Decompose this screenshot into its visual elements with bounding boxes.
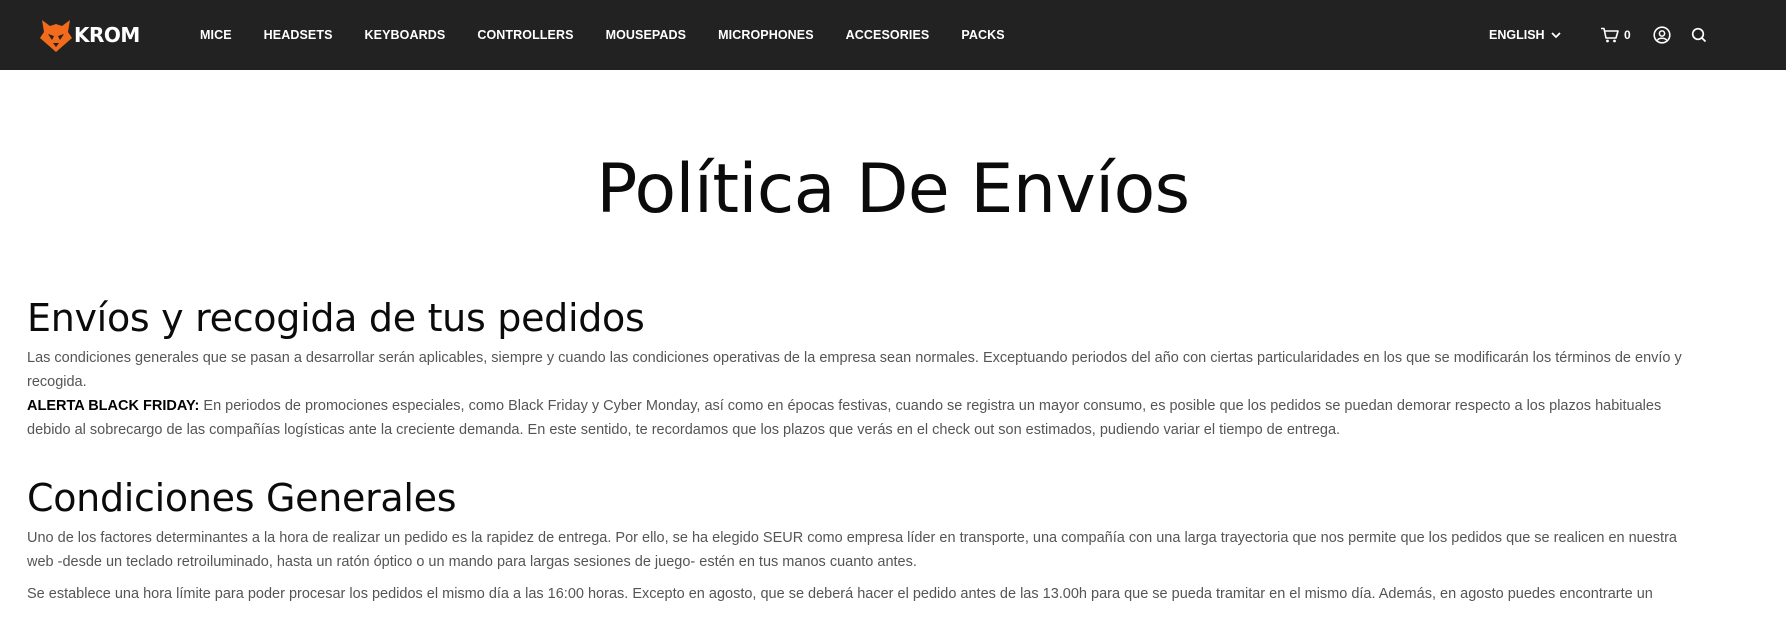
main-nav: MICE HEADSETS KEYBOARDS CONTROLLERS MOUS… xyxy=(200,0,1037,70)
search-button[interactable] xyxy=(1691,27,1707,43)
policy-content: Envíos y recogida de tus pedidos Las con… xyxy=(27,292,1687,606)
nav-item-mice[interactable]: MICE xyxy=(200,28,232,42)
logo-text: KROM xyxy=(74,23,140,47)
general-conditions-paragraph-1: Uno de los factores determinantes a la h… xyxy=(27,530,1677,570)
krom-logo[interactable]: KROM xyxy=(38,16,140,54)
user-icon xyxy=(1653,26,1671,44)
cart-count: 0 xyxy=(1624,28,1631,42)
section-heading-shipping: Envíos y recogida de tus pedidos xyxy=(27,296,645,340)
nav-item-headsets[interactable]: HEADSETS xyxy=(264,28,333,42)
cart-button[interactable]: 0 xyxy=(1600,27,1631,43)
account-button[interactable] xyxy=(1653,26,1671,44)
krom-tiger-logo-icon xyxy=(40,20,72,52)
black-friday-alert-paragraph: ALERTA BLACK FRIDAY: En periodos de prom… xyxy=(27,394,1687,442)
alert-label: ALERTA BLACK FRIDAY: xyxy=(27,398,200,414)
shipping-paragraph: Las condiciones generales que se pasan a… xyxy=(27,350,1682,390)
nav-item-mousepads[interactable]: MOUSEPADS xyxy=(606,28,687,42)
header-icons: 0 xyxy=(1600,0,1707,70)
nav-item-microphones[interactable]: MICROPHONES xyxy=(718,28,814,42)
alert-text: En periodos de promociones especiales, c… xyxy=(27,398,1662,438)
top-navigation-bar: KROM MICE HEADSETS KEYBOARDS CONTROLLERS… xyxy=(0,0,1786,70)
section-heading-general-conditions: Condiciones Generales xyxy=(27,476,457,520)
chevron-down-icon xyxy=(1550,32,1561,39)
language-selector[interactable]: ENGLISH xyxy=(1489,0,1561,70)
search-icon xyxy=(1691,27,1706,43)
nav-item-keyboards[interactable]: KEYBOARDS xyxy=(365,28,446,42)
page-title: Política De Envíos xyxy=(596,150,1190,229)
language-label: ENGLISH xyxy=(1489,28,1545,42)
cart-icon xyxy=(1601,27,1619,43)
general-conditions-paragraph-2: Se establece una hora límite para poder … xyxy=(27,586,1653,602)
nav-item-packs[interactable]: PACKS xyxy=(961,28,1004,42)
nav-item-accesories[interactable]: ACCESORIES xyxy=(846,28,930,42)
nav-item-controllers[interactable]: CONTROLLERS xyxy=(477,28,573,42)
